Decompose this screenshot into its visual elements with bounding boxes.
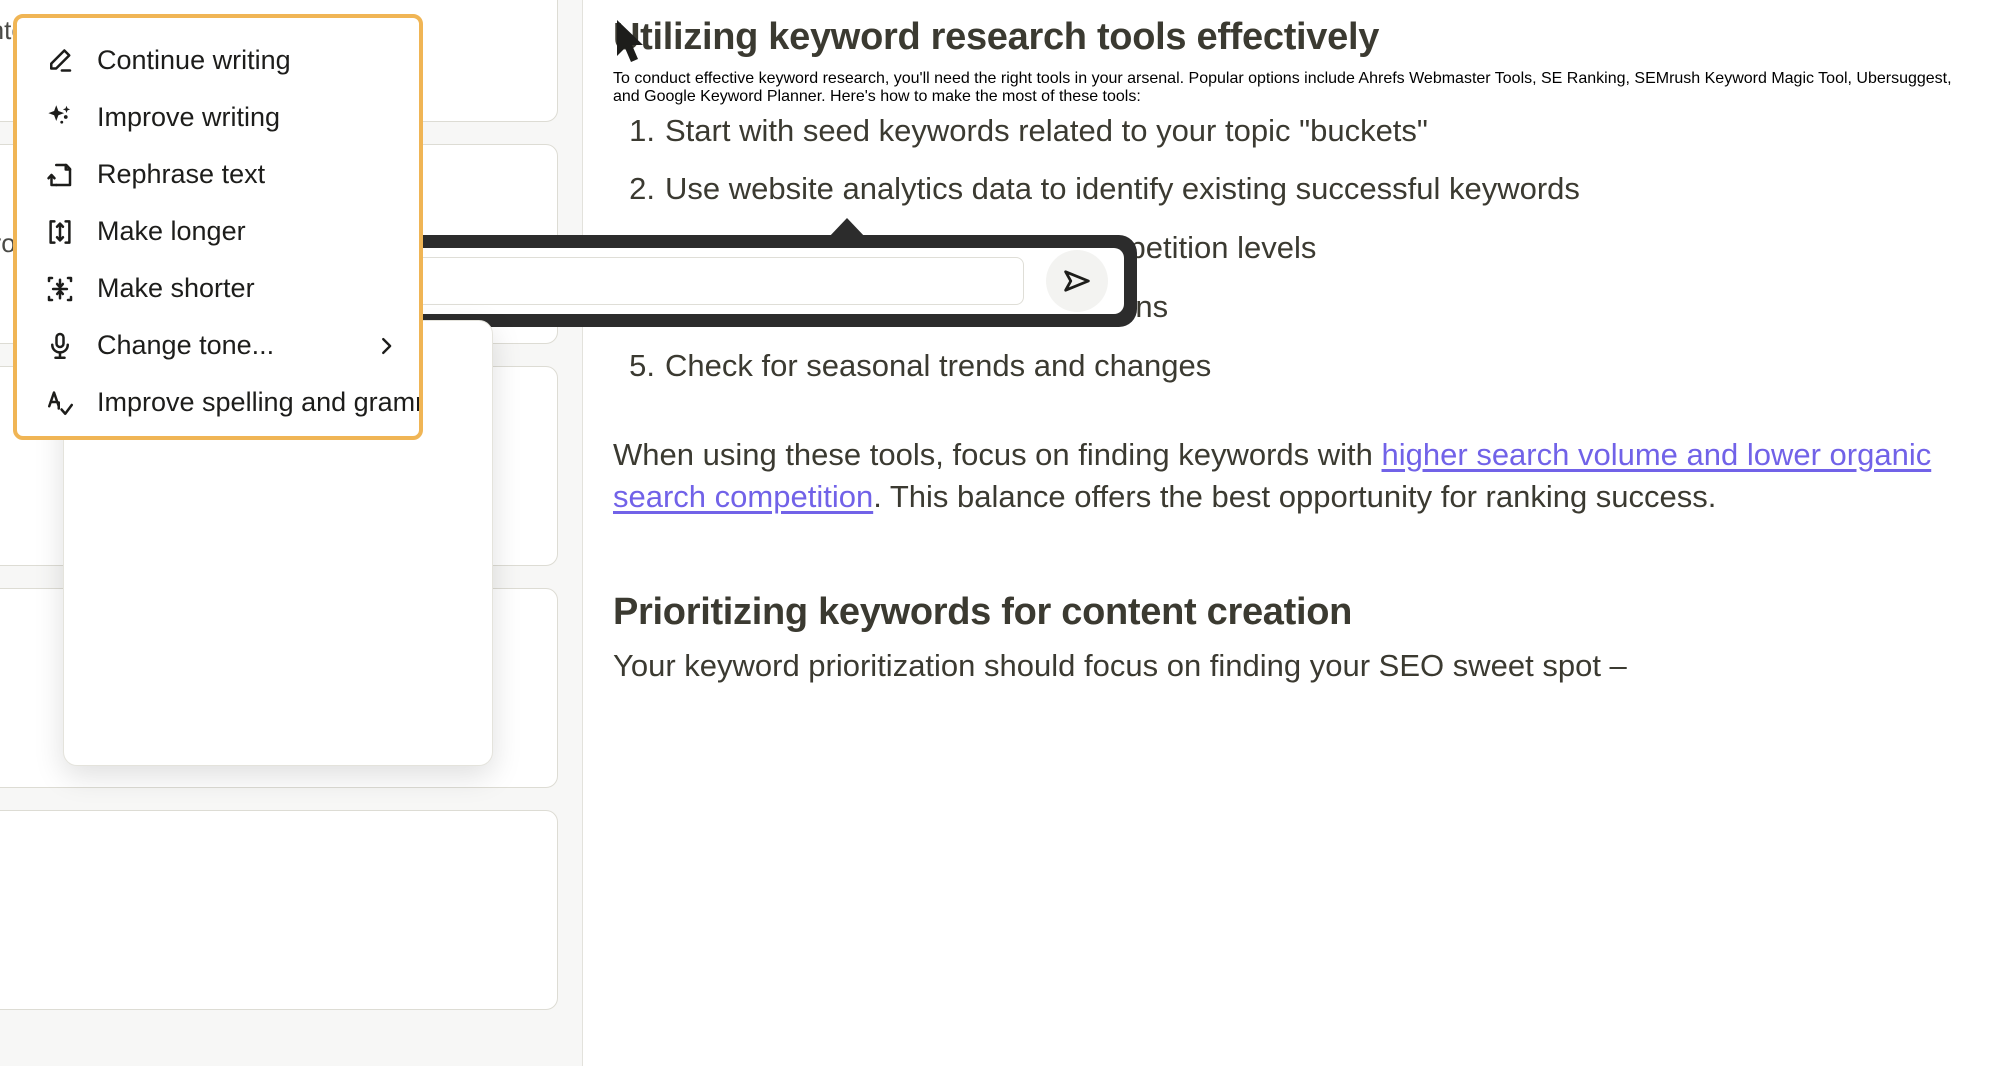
spellcheck-icon bbox=[45, 388, 75, 418]
menu-item-make-longer[interactable]: Make longer bbox=[17, 203, 419, 260]
send-button[interactable] bbox=[1046, 250, 1108, 312]
section-heading-2: Prioritizing keywords for content creati… bbox=[613, 591, 1353, 634]
paragraph-with-link: When using these tools, focus on finding… bbox=[613, 434, 1953, 518]
microphone-icon bbox=[45, 331, 75, 361]
document-body: Utilizing keyword research tools effecti… bbox=[613, 0, 1953, 693]
ai-bar-pointer-arrow bbox=[828, 218, 866, 238]
app-root: s to ensure the content you create is SE… bbox=[0, 0, 1990, 1066]
menu-item-label: Improve spelling and grammar bbox=[97, 387, 419, 417]
sidebar-card[interactable]: ur next bbox=[0, 810, 558, 1010]
collapse-icon bbox=[45, 274, 75, 304]
send-icon bbox=[1060, 264, 1094, 298]
pencil-line-icon bbox=[45, 46, 75, 76]
selected-text-block: To conduct effective keyword research, y… bbox=[613, 70, 1953, 106]
menu-item-continue-writing[interactable]: Continue writing bbox=[17, 32, 419, 89]
menu-item-improve-writing[interactable]: Improve writing bbox=[17, 89, 419, 146]
menu-item-label: Continue writing bbox=[97, 45, 291, 75]
list-item: Check for seasonal trends and changes bbox=[613, 345, 1212, 387]
section-heading-1: Utilizing keyword research tools effecti… bbox=[613, 16, 1380, 58]
menu-item-make-shorter[interactable]: Make shorter bbox=[17, 260, 419, 317]
ai-actions-menu[interactable]: Continue writing Improve writing Rephras… bbox=[13, 14, 423, 440]
menu-item-rephrase-text[interactable]: Rephrase text bbox=[17, 146, 419, 203]
sparkles-icon bbox=[45, 103, 75, 133]
paragraph-lead-text: When using these tools, focus on finding… bbox=[613, 436, 1382, 472]
file-refresh-icon bbox=[45, 160, 75, 190]
menu-item-label: Improve writing bbox=[97, 102, 281, 132]
chevron-right-icon bbox=[375, 335, 397, 357]
menu-item-change-tone[interactable]: Change tone... bbox=[17, 317, 419, 374]
expand-vertical-icon bbox=[45, 217, 75, 247]
list-item: Start with seed keywords related to your… bbox=[613, 110, 1428, 152]
menu-item-improve-spelling-and-grammar[interactable]: Improve spelling and grammar bbox=[17, 374, 419, 431]
paragraph-selected: To conduct effective keyword research, y… bbox=[613, 69, 1952, 105]
list-item: Use website analytics data to identify e… bbox=[613, 168, 1580, 210]
menu-item-simplify[interactable]: Simplify bbox=[17, 431, 419, 436]
document-editor[interactable]: Utilizing keyword research tools effecti… bbox=[583, 0, 1990, 1066]
menu-item-label: Rephrase text bbox=[97, 159, 266, 189]
paragraph-3: Your keyword prioritization should focus… bbox=[613, 647, 1627, 683]
menu-item-label: Make longer bbox=[97, 216, 246, 246]
paragraph-trail-text: . This balance offers the best opportuni… bbox=[873, 478, 1717, 514]
menu-item-label: Change tone... bbox=[97, 330, 275, 360]
ai-actions-menu-list: Continue writing Improve writing Rephras… bbox=[17, 18, 419, 436]
menu-item-label: Make shorter bbox=[97, 273, 255, 303]
